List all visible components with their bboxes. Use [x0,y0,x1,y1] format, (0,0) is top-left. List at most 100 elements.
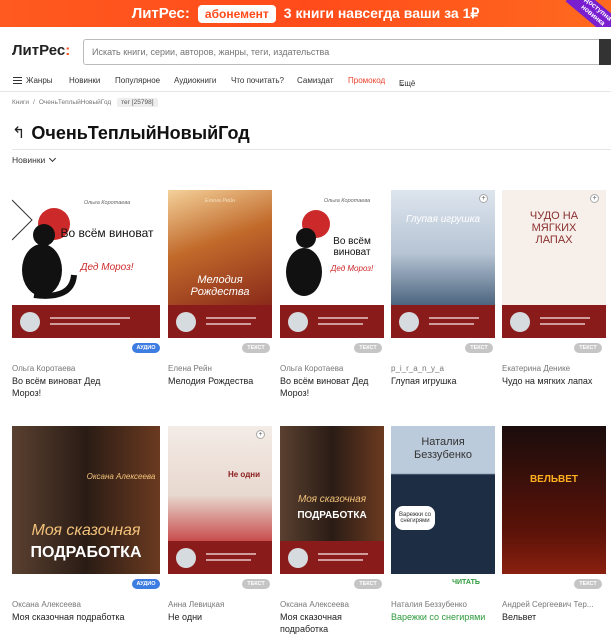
book-card[interactable]: ВЕЛЬВЕТ ТЕКСТ Андрей Сергеевич Тер... Ве… [502,426,611,640]
book-author[interactable]: Андрей Сергеевич Тер... [502,600,606,609]
book-cover[interactable]: Глупая игрушка [391,190,495,338]
cover-subtitle: Варежки со снегирями [395,506,435,530]
add-icon[interactable]: + [479,194,488,203]
cover-footer [280,305,384,338]
book-author[interactable]: Екатерина Денике [502,364,570,373]
cover-title: ВЕЛЬВЕТ [529,474,579,485]
book-cover[interactable]: Ольга Коротаева Во всём виноват Дед Моро… [280,190,384,338]
cover-footer [280,541,384,574]
book-cover[interactable]: Не одни [168,426,272,574]
book-title[interactable]: Вельвет [502,611,611,623]
format-badge: АУДИО [132,579,160,589]
format-badge: ТЕКСТ [242,343,270,353]
book-author[interactable]: Оксана Алексеева [12,600,81,609]
promo-text: 3 книги навсегда ваши за 1₽ [283,5,480,21]
cover-footer [391,305,495,338]
breadcrumb-separator: / [33,99,35,106]
format-badge: ТЕКСТ [465,343,493,353]
book-title[interactable]: Во всём виноват Дед Мороз! [280,375,384,399]
cover-title: Во всём виноват [60,226,154,240]
cover-subtitle: ПОДРАБОТКА [297,510,367,521]
book-title[interactable]: Варежки со снегирями [391,611,511,623]
book-author[interactable]: Оксана Алексеева [280,600,349,609]
promo-logo: ЛитРес: [131,5,190,22]
format-badge: ТЕКСТ [574,579,602,589]
cover-footer [502,305,606,338]
logo-colon: : [65,42,71,59]
cover-title: Моя сказочная [31,522,141,539]
promo-badge: абонемент [197,4,276,23]
search-input[interactable] [83,39,601,65]
nav-item-promocode[interactable]: Промокод [348,76,385,85]
site-header: ЛитРес: [0,27,611,73]
cover-title: Наталия Беззубенко [414,436,472,461]
back-arrow-icon[interactable]: ↰ [12,123,25,143]
book-author[interactable]: Наталия Беззубенко [391,600,467,609]
breadcrumb-books[interactable]: Книги [12,99,29,106]
book-author[interactable]: Анна Левицкая [168,600,224,609]
search-button[interactable] [599,39,611,65]
nav-item-what-to-read[interactable]: Что почитать? [231,76,284,85]
promo-corner-ribbon: доступна новинка [565,0,611,27]
chevron-down-icon: ⌄ [399,79,406,88]
cover-author: Елена Рейн [204,198,236,204]
book-title[interactable]: Во всём виноват Дед Мороз! [12,375,132,399]
format-badge: ТЕКСТ [354,343,382,353]
book-title[interactable]: Не одни [168,611,288,623]
cover-title: Не одни [227,470,261,479]
book-card[interactable]: Оксана Алексеева Моя сказочная ПОДРАБОТК… [12,426,162,640]
site-logo[interactable]: ЛитРес: [12,42,70,59]
cover-author: Ольга Коротаева [323,198,371,204]
cover-footer [168,541,272,574]
nav-item-new[interactable]: Новинки [69,76,100,85]
cover-subtitle: Дед Мороз! [80,262,134,273]
nav-genres[interactable]: Жанры [26,76,53,85]
cover-author: Ольга Коротаева [83,200,131,206]
sort-label: Новинки [12,155,46,165]
book-title[interactable]: Моя сказочная подработка [12,611,132,623]
title-row: ↰ ОченьТеплыйНовыйГод [12,121,250,145]
nav-item-audiobooks[interactable]: Аудиокниги [174,76,216,85]
menu-icon [13,77,22,84]
nav-item-selfpub[interactable]: Самиздат [297,76,333,85]
book-author[interactable]: Елена Рейн [168,364,212,373]
cover-cat-illustration [12,199,77,299]
cover-author: Оксана Алексеева [86,472,156,481]
cover-title: Во всём виноват [333,236,371,258]
book-cover[interactable]: Моя сказочная ПОДРАБОТКА [280,426,384,574]
sort-dropdown[interactable]: Новинки [12,154,57,165]
format-badge: ТЕКСТ [574,343,602,353]
breadcrumb-tag[interactable]: ОченьТеплыйНовыйГод [39,99,111,106]
book-author[interactable]: Ольга Коротаева [280,364,343,373]
book-cover[interactable]: Елена Рейн Мелодия Рождества [168,190,272,338]
book-title[interactable]: Чудо на мягких лапах [502,375,611,387]
book-cover[interactable]: ВЕЛЬВЕТ [502,426,606,574]
cover-footer [168,305,272,338]
book-title[interactable]: Мелодия Рождества [168,375,288,387]
book-title[interactable]: Моя сказочная подработка [280,611,384,635]
book-title[interactable]: Глупая игрушка [391,375,511,387]
book-card[interactable]: ЧУДО НА МЯГКИХ ЛАПАХ + ТЕКСТ Екатерина Д… [502,190,611,390]
nav-divider [0,91,611,92]
tag-id-badge: тег [25798] [117,98,158,107]
add-icon[interactable]: + [590,194,599,203]
chevron-down-icon [49,154,57,163]
book-cover[interactable]: Наталия Беззубенко Варежки со снегирями [391,426,495,574]
cover-title: Глупая игрушка [405,214,481,225]
cover-title: Мелодия Рождества [190,274,250,298]
book-cover[interactable]: Ольга Коротаева Во всём виноват Дед Моро… [12,190,160,338]
book-card[interactable]: Ольга Коротаева Во всём виноват Дед Моро… [12,190,162,398]
promo-banner[interactable]: ЛитРес: абонемент 3 книги навсегда ваши … [0,0,611,27]
nav-item-popular[interactable]: Популярное [115,76,160,85]
add-icon[interactable]: + [256,430,265,439]
format-badge: ТЕКСТ [242,579,270,589]
cover-subtitle: Дед Мороз! [330,264,374,273]
main-nav: Жанры Новинки Популярное Аудиокниги Что … [0,73,611,91]
format-badge: АУДИО [132,343,160,353]
book-author[interactable]: p_i_r_a_n_y_a [391,364,444,373]
book-cover[interactable]: Оксана Алексеева Моя сказочная ПОДРАБОТК… [12,426,160,574]
cover-subtitle: ПОДРАБОТКА [30,544,142,561]
book-cover[interactable]: ЧУДО НА МЯГКИХ ЛАПАХ [502,190,606,338]
book-author[interactable]: Ольга Коротаева [12,364,75,373]
cover-title: ЧУДО НА МЯГКИХ ЛАПАХ [529,210,579,246]
